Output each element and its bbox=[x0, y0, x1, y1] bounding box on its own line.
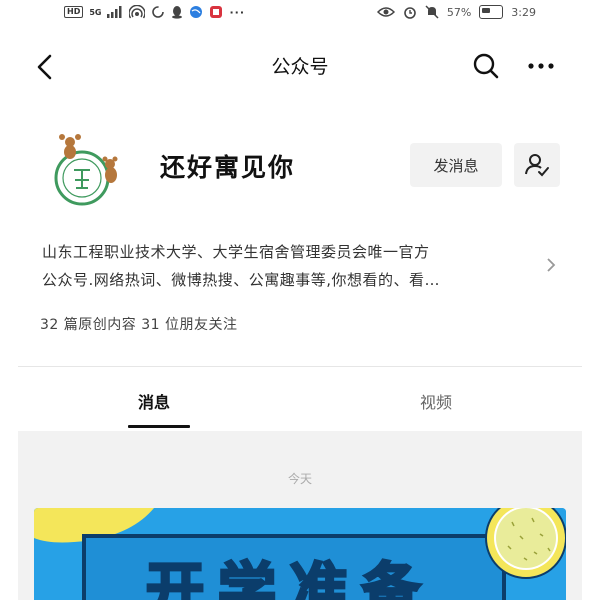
alarm-icon bbox=[404, 7, 416, 19]
battery-percent: 57% bbox=[446, 5, 472, 19]
chevron-right-icon[interactable] bbox=[545, 257, 557, 273]
status-bar-right: 57% 3:29 bbox=[376, 3, 536, 21]
more-icon[interactable] bbox=[527, 62, 555, 70]
send-message-button[interactable]: 发消息 bbox=[410, 143, 502, 187]
article-cover-image[interactable]: 开学准备 bbox=[34, 508, 566, 600]
active-tab-indicator bbox=[128, 425, 190, 428]
tab-videos[interactable]: 视频 bbox=[420, 389, 452, 413]
account-stats[interactable]: 32 篇原创内容 31 位朋友关注 bbox=[40, 314, 237, 334]
battery-icon bbox=[479, 5, 504, 19]
search-icon[interactable] bbox=[472, 52, 500, 80]
network-type: 5G bbox=[89, 7, 102, 17]
app-red-icon bbox=[210, 6, 223, 18]
person-check-icon bbox=[525, 154, 549, 177]
eye-icon bbox=[376, 7, 395, 17]
banner-title: 开学准备 bbox=[144, 556, 435, 600]
avatar[interactable] bbox=[48, 130, 130, 212]
clock: 3:29 bbox=[511, 5, 536, 19]
tab-messages[interactable]: 消息 bbox=[138, 389, 170, 413]
sync-icon bbox=[152, 6, 165, 18]
qq-icon bbox=[172, 6, 183, 19]
signal-icon bbox=[107, 6, 122, 18]
divider bbox=[18, 366, 582, 367]
page-title: 公众号 bbox=[271, 56, 329, 78]
account-description[interactable]: 山东工程职业技术大学、大学生宿舍管理委员会唯一官方 公众号.网络热词、微博热搜、… bbox=[42, 238, 537, 294]
follow-button[interactable] bbox=[514, 143, 560, 187]
description-line: 公众号.网络热词、微博热搜、公寓趣事等,你想看的、看… bbox=[42, 271, 441, 289]
account-name: 还好寓见你 bbox=[160, 153, 296, 182]
date-label: 今天 bbox=[287, 472, 312, 486]
hd-badge: HD bbox=[64, 6, 84, 18]
description-line: 山东工程职业技术大学、大学生宿舍管理委员会唯一官方 bbox=[42, 243, 430, 261]
status-bar: HD 5G ··· 57% 3:29 bbox=[0, 0, 600, 26]
app-globe-icon bbox=[190, 6, 203, 18]
hotspot-icon bbox=[129, 5, 146, 19]
status-bar-left: HD 5G ··· bbox=[64, 3, 245, 21]
more-notifications-icon: ··· bbox=[229, 5, 246, 19]
mute-icon bbox=[425, 5, 439, 19]
